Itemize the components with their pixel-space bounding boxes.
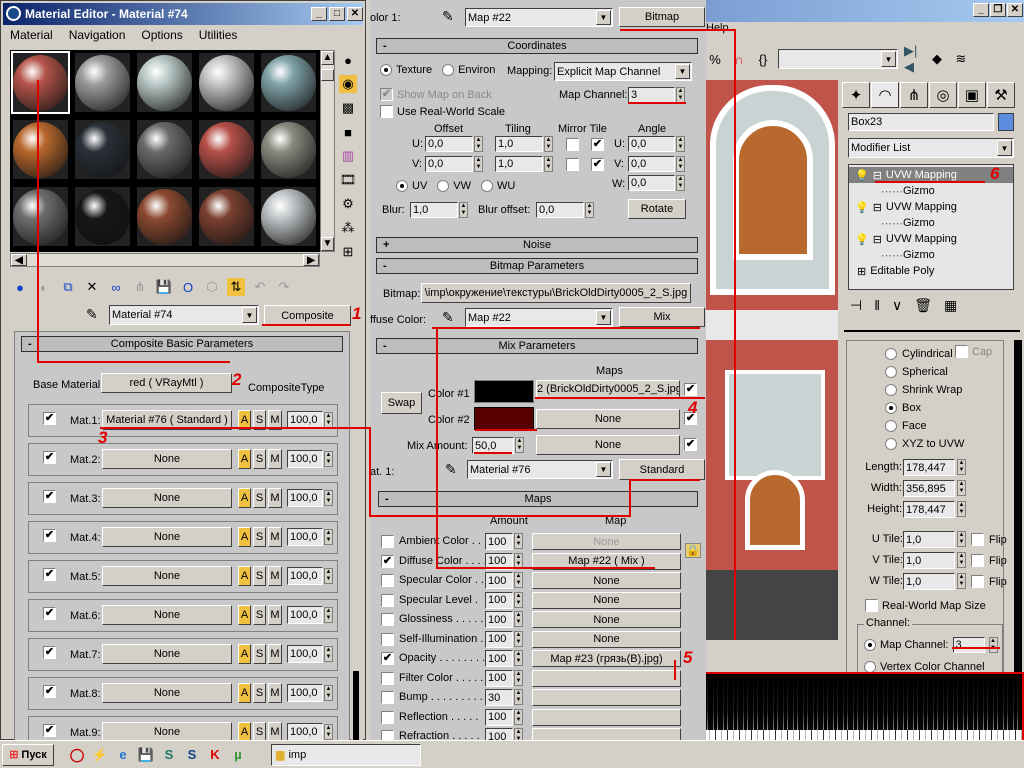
annotation-3: 3 — [98, 428, 108, 447]
ie-icon[interactable]: e — [114, 747, 132, 763]
start-button[interactable]: ⊞ Пуск — [2, 743, 54, 766]
3dsmax-icon[interactable]: S — [160, 747, 178, 763]
annotation-overlay — [37, 29, 1000, 680]
save-icon[interactable]: 💾 — [137, 747, 155, 763]
winamp-icon[interactable]: ⚡ — [91, 747, 109, 763]
annotation-line-2 — [37, 80, 230, 363]
taskbar: ⊞ Пуск ◯ ⚡ e 💾 S S Kµ ▆ imp — [0, 740, 1024, 768]
windows-logo-icon: ⊞ — [9, 749, 19, 761]
annotation-5: 5 — [683, 648, 693, 667]
annotation-4: 4 — [688, 398, 698, 417]
taskbar-item-imp[interactable]: ▆ imp — [271, 743, 421, 766]
quick-launch: ◯ ⚡ e 💾 S S Kµ — [68, 747, 247, 763]
annotation-line-3 — [100, 427, 700, 517]
annotation-line-diffuse — [436, 328, 655, 569]
opera-icon[interactable]: ◯ — [68, 747, 86, 763]
annotation-1: 1 — [352, 304, 362, 323]
annotation-2: 2 — [232, 370, 242, 389]
3dsmax-icon[interactable]: S — [183, 747, 201, 763]
folder-icon: ▆ — [276, 749, 285, 761]
kaspersky-icon[interactable]: K — [206, 747, 224, 763]
annotation-line-bitmap — [620, 29, 736, 640]
utorrent-icon[interactable]: µ — [229, 747, 247, 763]
annotation-6: 6 — [990, 164, 1000, 183]
